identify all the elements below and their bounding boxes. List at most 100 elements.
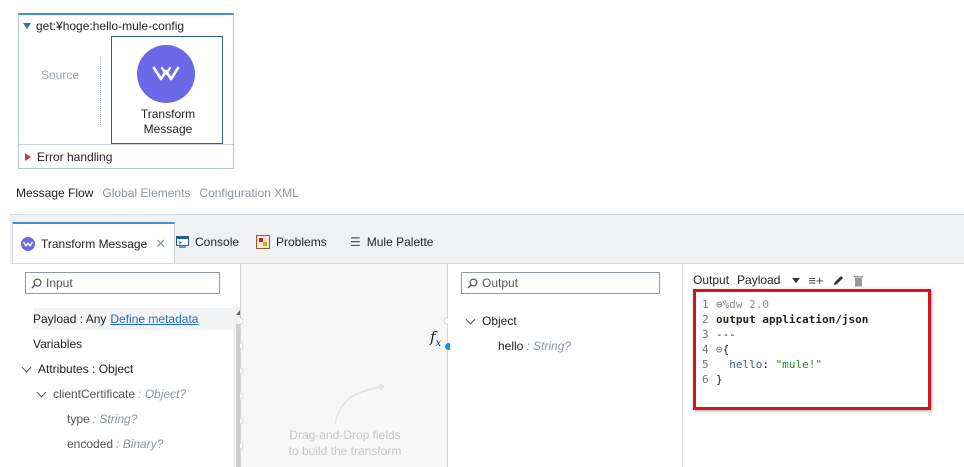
tab-problems[interactable]: Problems xyxy=(248,222,335,262)
tree-row-payload[interactable]: Payload : Any Define metadata xyxy=(33,308,233,330)
tab-mule-palette[interactable]: ☰ Mule Palette xyxy=(342,222,441,262)
edit-pencil-icon[interactable] xyxy=(832,274,845,287)
code-line-4: 4 ⊖{ xyxy=(702,342,868,357)
payload-dropdown[interactable]: Payload xyxy=(737,273,780,287)
tree-row-client-certificate[interactable]: clientCertificate : Object? xyxy=(36,383,187,405)
transform-editor: Input Payload : Any Define metadata Vari… xyxy=(10,263,964,467)
function-fx-icon[interactable]: fx xyxy=(430,328,441,349)
code-text: %dw 2.0 xyxy=(722,298,769,311)
hello-field-type: : String? xyxy=(526,339,572,353)
close-icon[interactable]: ✕ xyxy=(155,236,166,252)
tab-console[interactable]: Console xyxy=(168,222,247,262)
problems-icon xyxy=(256,235,270,249)
tab-configuration-xml[interactable]: Configuration XML xyxy=(199,186,298,200)
code-line-5: 5 hello: "mule!" xyxy=(702,357,868,372)
source-divider xyxy=(100,57,101,125)
drag-drop-hint: Drag-and-Drop fields to build the transf… xyxy=(288,428,402,458)
dropdown-arrow-icon[interactable] xyxy=(792,277,801,283)
flow-title: get:¥hoge:hello-mule-config xyxy=(36,19,185,33)
code-text: --- xyxy=(716,328,736,341)
type-field-label: type xyxy=(67,412,90,426)
input-search-placeholder: Input xyxy=(46,276,73,290)
console-icon xyxy=(176,236,189,248)
error-handling-section[interactable]: Error handling xyxy=(19,144,233,169)
tab-message-flow[interactable]: Message Flow xyxy=(16,186,93,200)
tab-label: Mule Palette xyxy=(366,235,434,249)
code-text: output application/json xyxy=(716,313,869,326)
search-icon xyxy=(467,277,478,288)
client-certificate-type: : Object? xyxy=(138,387,187,401)
expand-triangle-icon[interactable] xyxy=(25,153,31,161)
payload-label: Payload : Any xyxy=(33,312,107,326)
line-number: 4 xyxy=(702,343,709,356)
encoded-field-label: encoded xyxy=(67,437,114,451)
code-text: { xyxy=(722,343,730,356)
output-search-placeholder: Output xyxy=(482,276,519,290)
tree-row-object[interactable]: Object xyxy=(465,310,517,332)
output-label: Output xyxy=(693,273,730,287)
encoded-field-type: : Binary? xyxy=(116,437,164,451)
mapping-canvas[interactable]: fx Drag-and-Drop fields to build the tra… xyxy=(240,264,452,467)
client-certificate-label: clientCertificate xyxy=(53,387,136,401)
script-toolbar: Output Payload ≡+ xyxy=(693,270,864,290)
code-line-2: 2 output application/json xyxy=(702,312,868,327)
variables-label: Variables xyxy=(33,337,83,351)
hello-field-label: hello xyxy=(498,339,524,353)
script-pane: Output Payload ≡+ 1 ⊖%dw 2.0 2 output appl… xyxy=(682,264,964,467)
panel-tab-bar: Transform Message ✕ Console Problems ☰ M… xyxy=(10,215,964,263)
tree-row-attributes[interactable]: Attributes : Object xyxy=(21,358,134,380)
define-metadata-link[interactable]: Define metadata xyxy=(110,312,198,326)
input-tree: Payload : Any Define metadata Variables … xyxy=(18,306,233,467)
tab-global-elements[interactable]: Global Elements xyxy=(102,186,190,200)
line-number: 1 xyxy=(702,298,709,311)
code-line-1: 1 ⊖%dw 2.0 xyxy=(702,297,868,312)
transform-message-component[interactable]: Transform Message xyxy=(111,36,223,144)
type-field-type: : String? xyxy=(92,412,138,426)
transform-message-icon xyxy=(137,45,195,103)
input-pane: Input Payload : Any Define metadata Vari… xyxy=(18,264,248,467)
code-line-3: 3 --- xyxy=(702,327,868,342)
tree-row-encoded[interactable]: encoded : Binary? xyxy=(67,433,163,455)
chevron-down-icon[interactable] xyxy=(36,387,47,397)
error-handling-label: Error handling xyxy=(37,150,113,164)
dataweave-code-editor[interactable]: 1 ⊖%dw 2.0 2 output application/json 3 --- … xyxy=(693,289,931,410)
transform-message-label: Transform Message xyxy=(140,107,196,136)
line-number: 5 xyxy=(702,358,709,371)
tree-row-type[interactable]: type : String? xyxy=(67,408,137,430)
tab-label: Transform Message xyxy=(41,236,148,251)
fold-marker-icon[interactable]: ⊖ xyxy=(716,298,723,311)
collapse-triangle-icon[interactable] xyxy=(23,23,31,29)
bottom-panel: Transform Message ✕ Console Problems ☰ M… xyxy=(10,214,964,467)
tree-row-variables[interactable]: Variables xyxy=(33,333,82,355)
source-placeholder[interactable]: Source xyxy=(41,68,79,82)
output-pane: Output Object hello : String? xyxy=(450,264,680,467)
code-line-6: 6} xyxy=(702,372,868,387)
input-search-field[interactable]: Input xyxy=(25,272,220,294)
code-key: hello xyxy=(729,358,763,371)
tree-row-hello[interactable]: hello : String? xyxy=(498,335,571,357)
code-string: "mule!" xyxy=(775,358,822,371)
code-lines[interactable]: 1 ⊖%dw 2.0 2 output application/json 3 --- … xyxy=(702,297,868,387)
chevron-down-icon[interactable] xyxy=(465,314,476,324)
code-text: } xyxy=(716,373,723,386)
tab-label: Problems xyxy=(276,235,327,249)
line-number: 6 xyxy=(702,373,709,386)
editor-tab-bar: Message Flow Global Elements Configurati… xyxy=(16,186,299,200)
search-icon xyxy=(31,277,42,288)
flow-container[interactable]: get:¥hoge:hello-mule-config Source Trans… xyxy=(18,13,234,169)
code-separator: : xyxy=(762,358,776,371)
object-label: Object xyxy=(482,314,517,328)
attributes-label: Attributes : Object xyxy=(38,362,134,376)
line-number: 2 xyxy=(702,313,709,326)
chevron-down-icon[interactable] xyxy=(21,362,32,372)
transform-message-icon xyxy=(21,236,35,251)
flow-header[interactable]: get:¥hoge:hello-mule-config xyxy=(23,18,184,34)
fold-marker-icon[interactable]: ⊖ xyxy=(716,343,723,356)
line-number: 3 xyxy=(702,328,709,341)
tab-label: Console xyxy=(195,235,240,249)
add-output-icon[interactable]: ≡+ xyxy=(808,273,823,288)
palette-icon: ☰ xyxy=(350,235,361,249)
output-search-field[interactable]: Output xyxy=(461,272,660,294)
delete-trash-icon[interactable] xyxy=(853,274,864,287)
tab-transform-message[interactable]: Transform Message ✕ xyxy=(12,222,176,263)
